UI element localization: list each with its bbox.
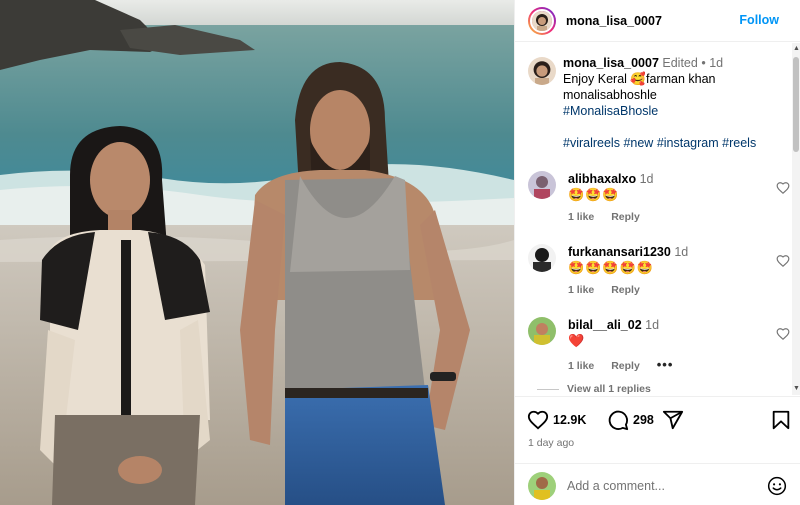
- post-side-panel: mona_lisa_0007 Follow mona_lisa_0007 Edi…: [514, 0, 800, 505]
- more-icon[interactable]: •••: [657, 357, 674, 372]
- heart-icon[interactable]: [527, 409, 549, 431]
- follow-button[interactable]: Follow: [739, 13, 779, 27]
- commenter-username[interactable]: furkanansari1230: [568, 245, 671, 259]
- add-comment-bar: [515, 463, 800, 505]
- beach-photo-illustration: [0, 0, 514, 505]
- reply-button[interactable]: Reply: [611, 360, 640, 372]
- share-action: [662, 409, 684, 431]
- comment-age: 1d: [674, 245, 689, 259]
- caption-line1-rest: farman khan: [646, 72, 716, 86]
- caption-age: 1d: [709, 56, 724, 70]
- comments-scroll-area[interactable]: mona_lisa_0007 Edited • 1d Enjoy Keral 🥰…: [515, 43, 800, 395]
- caption-line2: monalisabhoshle: [563, 88, 657, 102]
- caption-edited: Edited: [662, 56, 698, 70]
- comment-header: furkanansari1230 1d: [568, 245, 688, 259]
- post-timestamp: 1 day ago: [528, 437, 575, 449]
- commenter-avatar[interactable]: [528, 171, 556, 199]
- comment-likes[interactable]: 1 like: [568, 211, 594, 223]
- caption-hashtag-main[interactable]: #MonalisaBhosle: [563, 103, 793, 119]
- comment-item: bilal__ali_02 1d ❤️ 1 like Reply •••: [528, 317, 790, 377]
- comment-icon[interactable]: [607, 409, 629, 431]
- comment-text: 🤩🤩🤩🤩🤩: [568, 260, 654, 275]
- comment-likes[interactable]: 1 like: [568, 284, 594, 296]
- save-action: [770, 409, 792, 431]
- scrollbar-thumb[interactable]: [793, 57, 799, 152]
- current-user-avatar: [528, 472, 556, 500]
- caption-author-avatar[interactable]: [528, 57, 556, 85]
- post-header: mona_lisa_0007 Follow: [515, 0, 800, 42]
- avatar-image: [532, 10, 552, 31]
- avatar-image: [528, 244, 556, 272]
- commenter-avatar[interactable]: [528, 317, 556, 345]
- comment-text: 🤩🤩🤩: [568, 187, 620, 202]
- comment-text: ❤️: [568, 333, 586, 348]
- comment-heart-icon[interactable]: [776, 181, 790, 195]
- reply-button[interactable]: Reply: [611, 284, 640, 296]
- like-count[interactable]: 12.9K: [553, 413, 586, 427]
- like-action: 12.9K: [527, 409, 586, 431]
- comments-scrollbar[interactable]: ▲ ▼: [792, 43, 800, 395]
- comment-heart-icon[interactable]: [776, 327, 790, 341]
- hashtag-link[interactable]: #viralreels: [563, 136, 620, 150]
- comment-heart-icon[interactable]: [776, 254, 790, 268]
- comment-item: alibhaxalxo 1d 🤩🤩🤩 1 like Reply: [528, 171, 790, 231]
- bookmark-icon[interactable]: [770, 409, 792, 431]
- post-actions: 12.9K 298 1 day ago: [515, 396, 800, 462]
- post-author-avatar[interactable]: [528, 6, 556, 35]
- comment-meta: 1 like Reply: [568, 211, 654, 223]
- commenter-avatar[interactable]: [528, 244, 556, 272]
- comment-count[interactable]: 298: [633, 413, 654, 427]
- hashtag-link[interactable]: #new: [623, 136, 653, 150]
- avatar-image: [528, 472, 556, 500]
- scroll-down-arrow-icon[interactable]: ▼: [793, 385, 800, 393]
- caption-line1-text: Enjoy Keral: [563, 72, 627, 86]
- commenter-username[interactable]: alibhaxalxo: [568, 172, 636, 186]
- comment-input[interactable]: [567, 477, 747, 495]
- comment-header: alibhaxalxo 1d: [568, 172, 653, 186]
- post-photo[interactable]: [0, 0, 514, 505]
- comment-age: 1d: [639, 172, 654, 186]
- smile-icon[interactable]: [767, 476, 787, 496]
- commenter-username[interactable]: bilal__ali_02: [568, 318, 642, 332]
- hashtag-link[interactable]: #instagram: [657, 136, 719, 150]
- share-icon[interactable]: [662, 409, 684, 431]
- avatar-image: [528, 57, 556, 85]
- caption-line1-emoji: 🥰: [630, 72, 646, 86]
- reply-button[interactable]: Reply: [611, 211, 640, 223]
- caption-body: mona_lisa_0007 Edited • 1d Enjoy Keral 🥰…: [563, 55, 793, 151]
- comment-meta: 1 like Reply •••: [568, 357, 687, 372]
- instagram-post-viewer: mona_lisa_0007 Follow mona_lisa_0007 Edi…: [0, 0, 800, 505]
- post-author-username[interactable]: mona_lisa_0007: [566, 14, 662, 28]
- caption-dot: •: [701, 56, 706, 70]
- scroll-up-arrow-icon[interactable]: ▲: [793, 45, 800, 53]
- comment-item: furkanansari1230 1d 🤩🤩🤩🤩🤩 1 like Reply: [528, 244, 790, 304]
- view-replies-link[interactable]: View all 1 replies: [567, 383, 651, 395]
- comment-header: bilal__ali_02 1d: [568, 318, 659, 332]
- comment-action: 298: [607, 409, 654, 431]
- comment-age: 1d: [645, 318, 660, 332]
- caption-username[interactable]: mona_lisa_0007: [563, 56, 659, 70]
- avatar-image: [528, 317, 556, 345]
- avatar-image: [528, 171, 556, 199]
- hashtag-link[interactable]: #reels: [722, 136, 756, 150]
- comment-meta: 1 like Reply: [568, 284, 654, 296]
- comment-likes[interactable]: 1 like: [568, 360, 594, 372]
